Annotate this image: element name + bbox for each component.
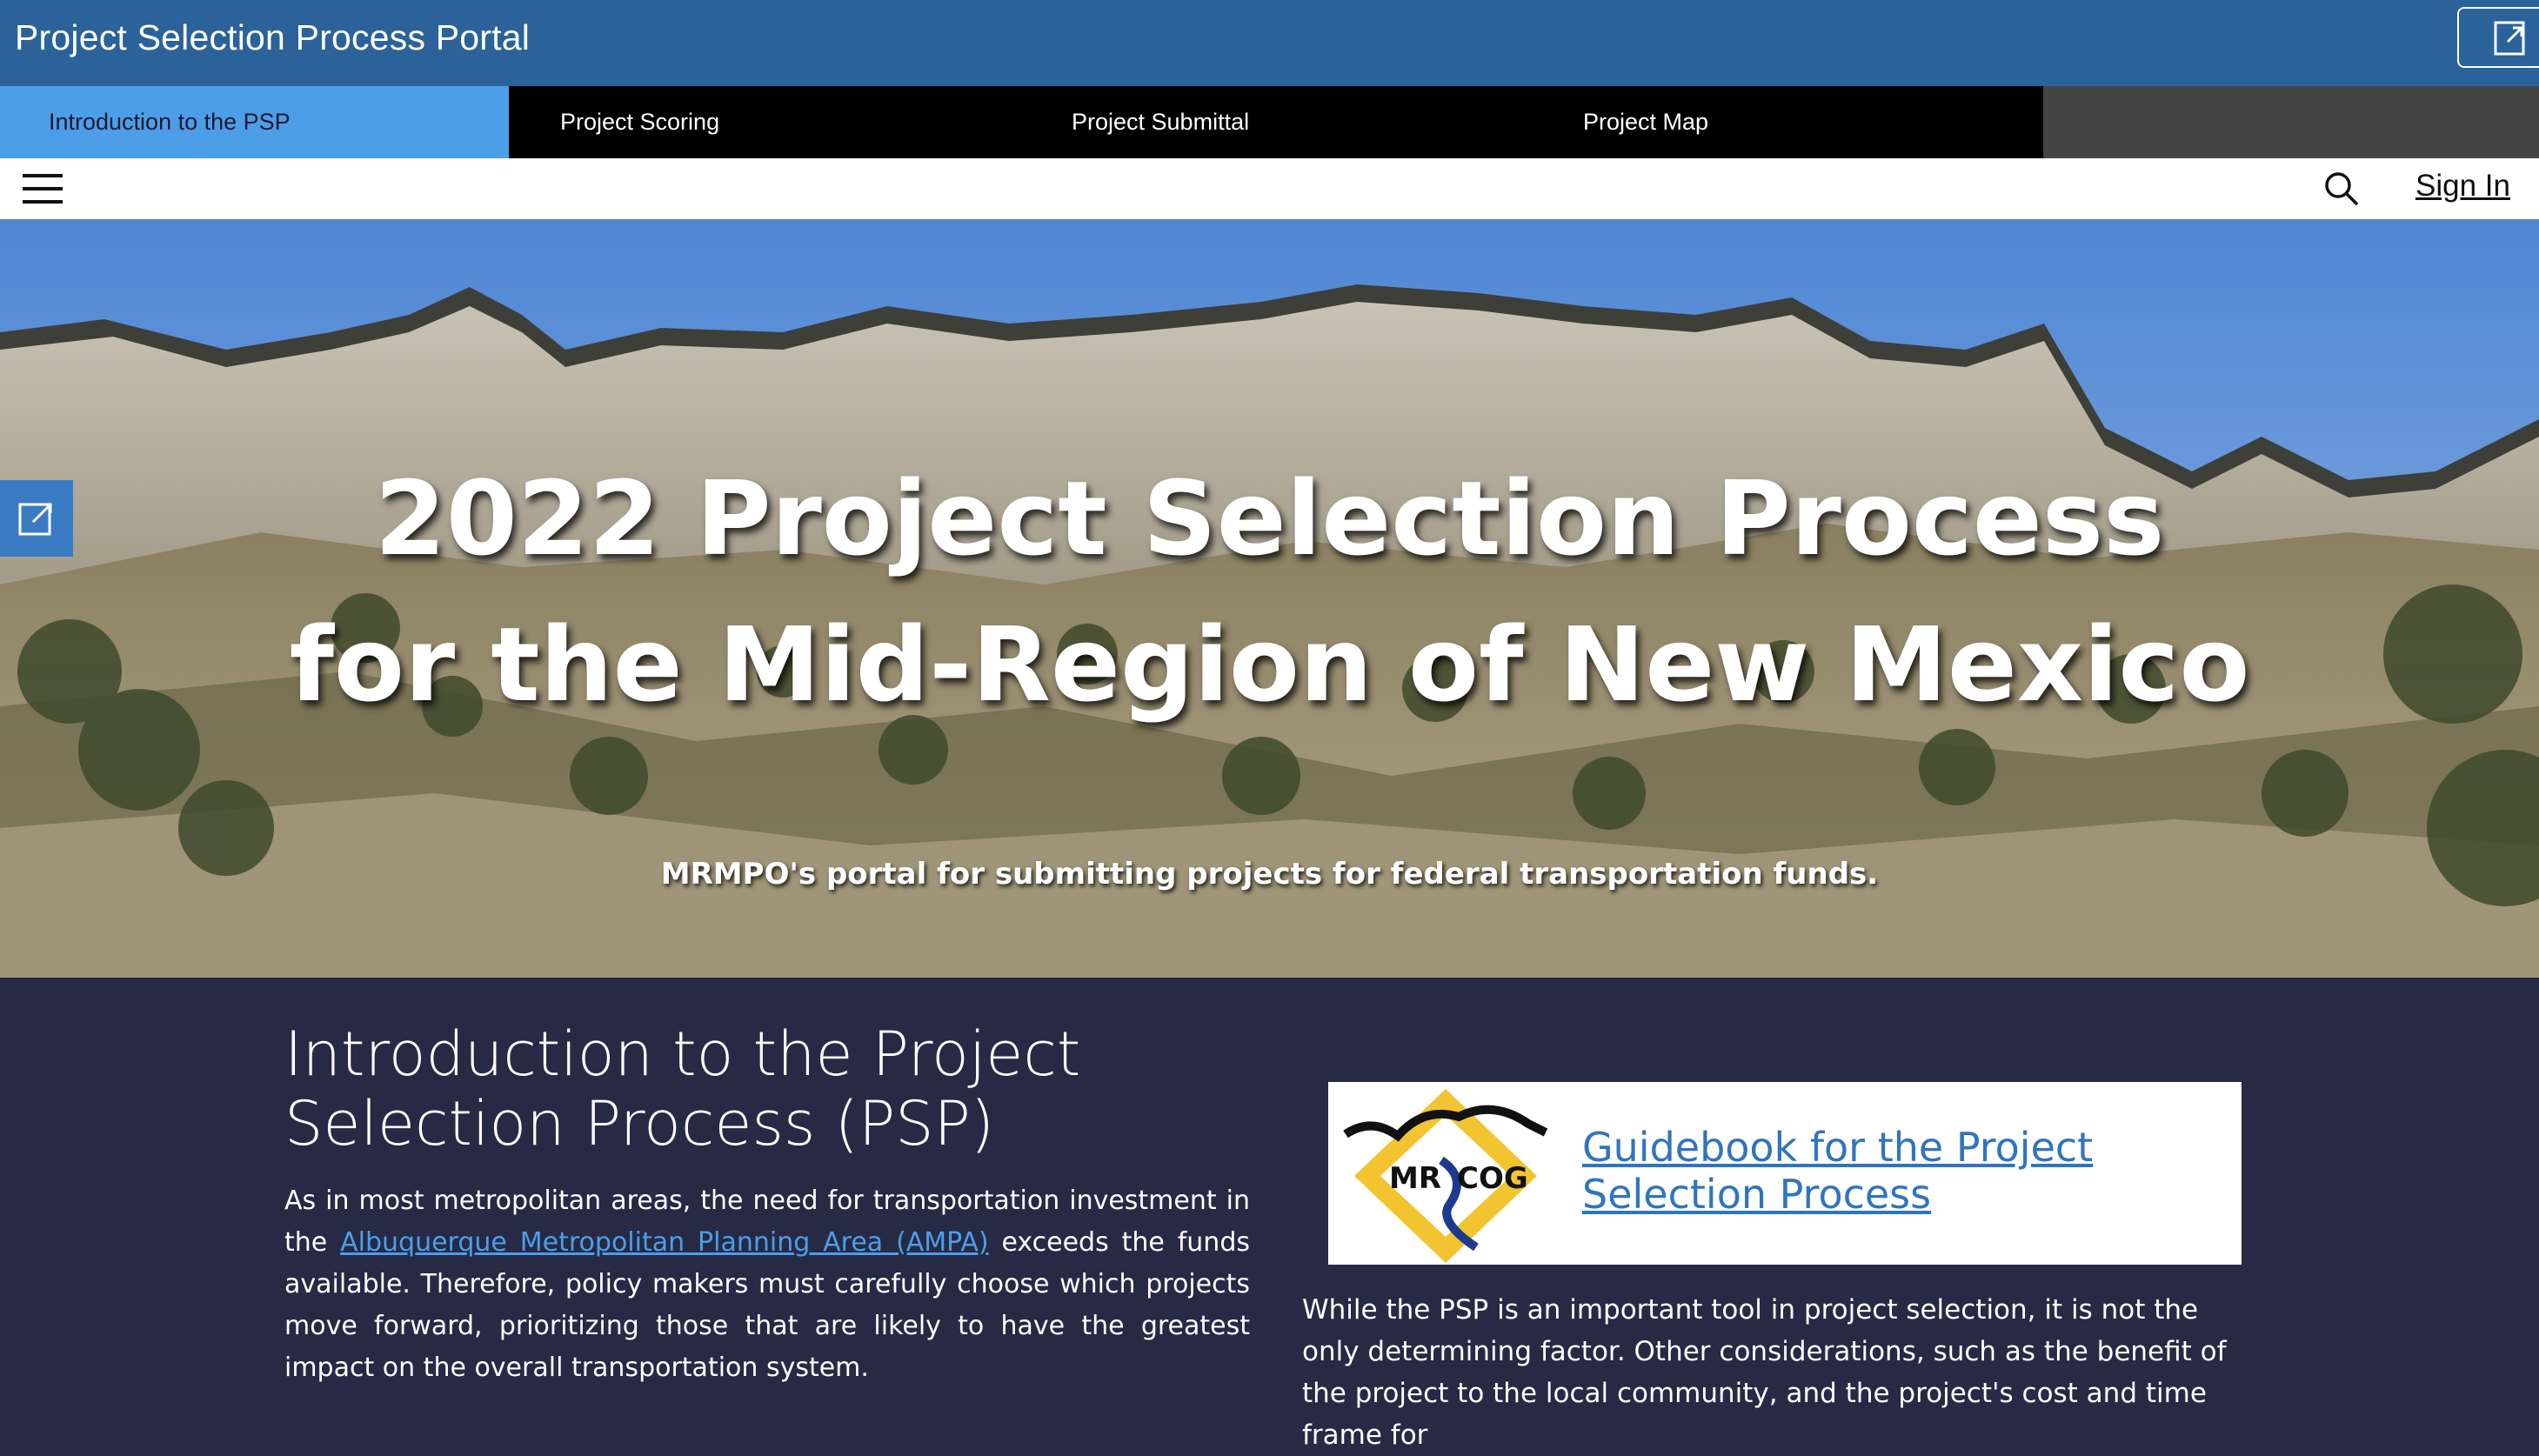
app-title: Project Selection Process Portal xyxy=(15,17,531,57)
tab-project-submittal[interactable]: Project Submittal xyxy=(1020,86,1532,158)
section-heading: Introduction to the Project Selection Pr… xyxy=(284,1019,1285,1159)
mrcog-logo: MR COG xyxy=(1343,1089,1548,1263)
hero-subtitle: MRMPO's portal for submitting projects f… xyxy=(660,857,1879,892)
ampa-link[interactable]: Albuquerque Metropolitan Planning Area (… xyxy=(340,1227,988,1258)
tab-bar: Introduction to the PSP Project Scoring … xyxy=(0,86,2539,158)
share-button[interactable] xyxy=(2457,7,2539,68)
sign-in-link[interactable]: Sign In xyxy=(2415,169,2510,204)
section-heading-line-1: Introduction to the Project xyxy=(284,1019,1081,1090)
guidebook-link[interactable]: Guidebook for the Project Selection Proc… xyxy=(1582,1124,2191,1218)
intro-section: Introduction to the Project Selection Pr… xyxy=(0,978,2539,1451)
hero-title-line-2: for the Mid-Region of New Mexico xyxy=(289,604,2250,725)
guidebook-link-line-1[interactable]: Guidebook for the Project xyxy=(1582,1124,2191,1171)
intro-paragraph: As in most metropolitan areas, the need … xyxy=(284,1180,1250,1389)
menu-icon[interactable] xyxy=(23,172,63,205)
guidebook-card: MR COG Guidebook for the Project Selecti… xyxy=(1328,1082,2242,1265)
utility-bar: Sign In xyxy=(0,158,2539,219)
share-icon xyxy=(18,503,52,536)
app-header: Project Selection Process Portal xyxy=(0,0,2539,86)
hero-title-line-1: 2022 Project Selection Process xyxy=(374,458,2165,578)
hero-title: 2022 Project Selection Process for the M… xyxy=(0,445,2539,738)
floating-share-button[interactable] xyxy=(0,480,73,557)
share-icon xyxy=(2494,21,2525,56)
section-heading-line-2: Selection Process (PSP) xyxy=(284,1088,995,1159)
guidebook-link-line-2[interactable]: Selection Process xyxy=(1582,1171,2191,1218)
hero-banner: 2022 Project Selection Process for the M… xyxy=(0,219,2539,978)
search-icon[interactable] xyxy=(2323,170,2360,207)
right-paragraph: While the PSP is an important tool in pr… xyxy=(1302,1294,2227,1451)
logo-text-right: COG xyxy=(1457,1161,1528,1196)
tab-introduction[interactable]: Introduction to the PSP xyxy=(0,86,509,158)
logo-text-left: MR xyxy=(1389,1161,1441,1196)
tab-project-map[interactable]: Project Map xyxy=(1532,86,2043,158)
tab-project-scoring[interactable]: Project Scoring xyxy=(509,86,1020,158)
